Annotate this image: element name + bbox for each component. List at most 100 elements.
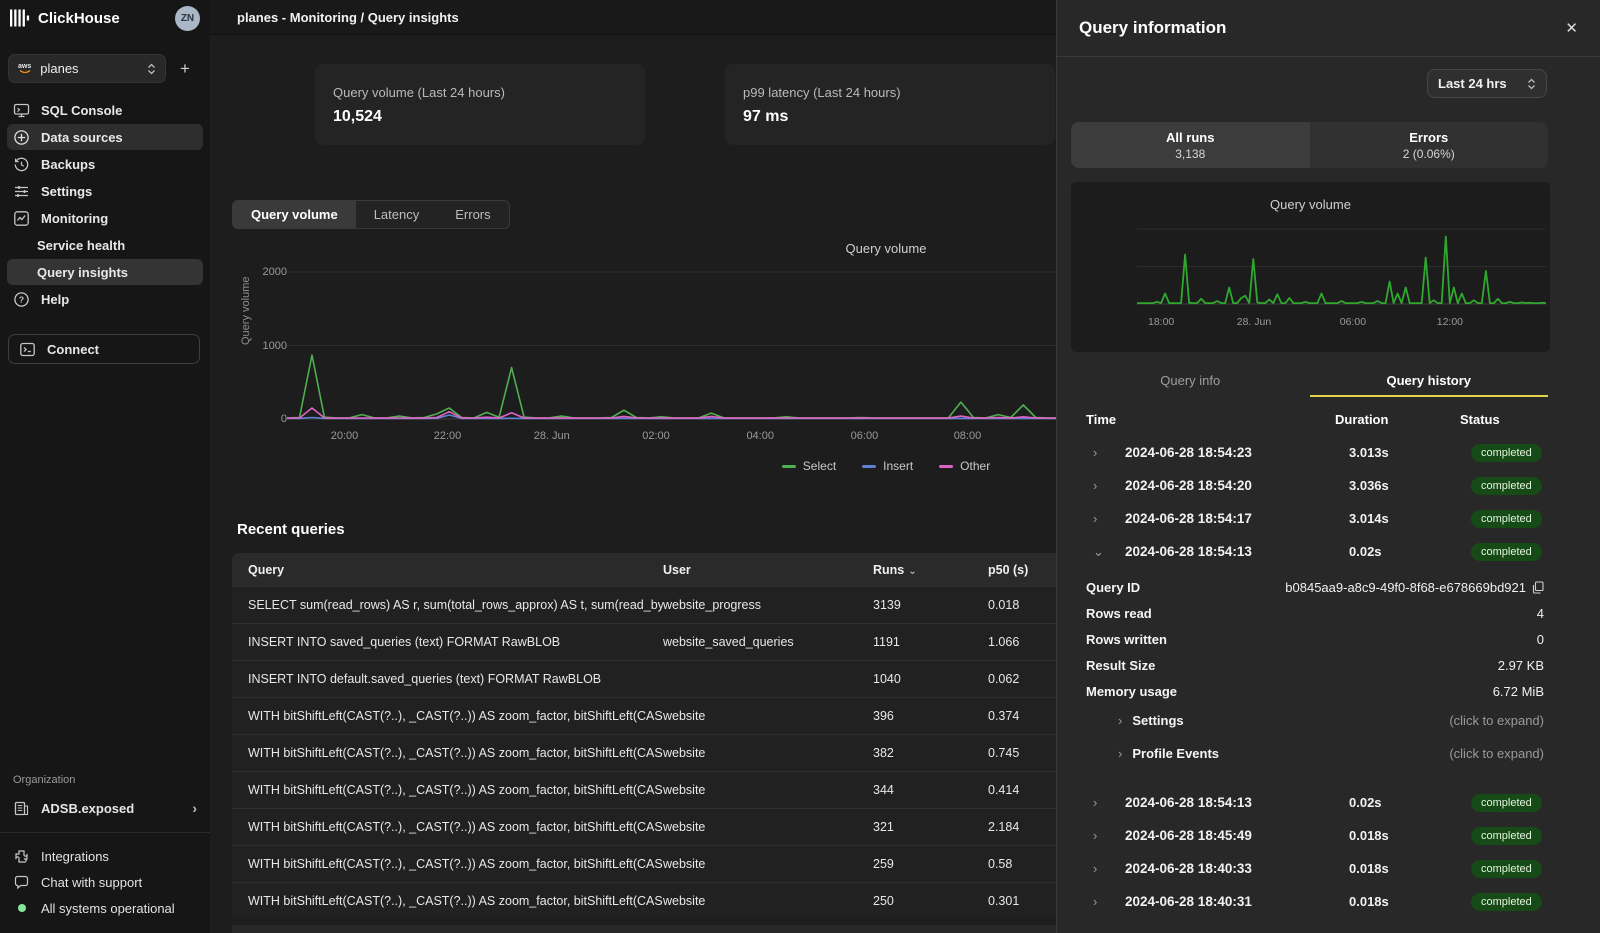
sidebar-item-label: Data sources [41,130,123,145]
connect-icon [19,341,36,358]
sidebar-item-label: Help [41,292,69,307]
stat-card-query-volume: Query volume (Last 24 hours) 10,524 [315,64,645,145]
service-selector[interactable]: aws planes [8,54,166,83]
cell-duration: 3.036s [1349,478,1471,493]
sidebar-footer: Organization ADSB.exposed › Integrations [0,774,210,933]
query-information-panel: Query information ✕ Last 24 hrs All runs… [1056,0,1600,933]
col-query: Query [248,563,663,577]
history-row[interactable]: › 2024-06-28 18:40:31 0.018s completed [1071,885,1548,918]
history-row[interactable]: › 2024-06-28 18:40:33 0.018s completed [1071,852,1548,885]
cell-time: 2024-06-28 18:54:17 [1125,511,1349,526]
cell-duration: 0.02s [1349,544,1471,559]
console-icon [13,102,30,119]
connect-button[interactable]: Connect [8,334,200,364]
cell-query: INSERT INTO saved_queries (text) FORMAT … [248,635,663,649]
profile-events-expand-row[interactable]: ›Profile Events (click to expand) [1071,737,1548,770]
sidebar-item-query-insights[interactable]: Query insights [7,259,203,285]
time-range-select[interactable]: Last 24 hrs [1427,69,1547,98]
cell-query: WITH bitShiftLeft(CAST(?..), _CAST(?..))… [248,709,663,723]
cell-runs: 396 [873,709,988,723]
sidebar-item-help[interactable]: ? Help [7,286,203,312]
rows-read-row: Rows read 4 [1071,600,1548,626]
tab-query-volume[interactable]: Query volume [233,201,356,228]
history-row[interactable]: › 2024-06-28 18:54:17 3.014s completed [1071,502,1548,535]
tab-query-history[interactable]: Query history [1310,366,1549,397]
toggle-value: 3,138 [1175,147,1205,161]
history-row[interactable]: ⌄ 2024-06-28 18:54:13 0.02s completed [1071,535,1548,568]
breadcrumb: planes - Monitoring / Query insights [237,10,459,25]
mini-query-volume-chart[interactable] [1137,228,1546,305]
cell-query: WITH bitShiftLeft(CAST(?..), _CAST(?..))… [248,783,663,797]
tab-query-info[interactable]: Query info [1071,366,1310,397]
system-status-item[interactable]: All systems operational [0,895,210,921]
aws-icon: aws [18,64,31,74]
col-runs[interactable]: Runs⌄ [873,563,988,577]
history-row[interactable]: › 2024-06-28 18:54:13 0.02s completed [1071,786,1548,819]
tab-latency[interactable]: Latency [356,201,438,228]
sidebar-item-backups[interactable]: Backups [7,151,203,177]
toggle-errors[interactable]: Errors 2 (0.06%) [1310,122,1549,168]
expand-chevron-icon[interactable]: › [1093,511,1125,526]
legend-item[interactable]: Other [939,459,990,473]
legend-item[interactable]: Select [782,459,836,473]
copy-icon[interactable] [1532,581,1544,594]
sidebar-item-service-health[interactable]: Service health [7,232,203,258]
status-badge: completed [1471,444,1542,462]
service-name: planes [40,61,147,76]
cell-duration: 0.02s [1349,795,1471,810]
expand-chevron-icon[interactable]: › [1093,445,1125,460]
history-row[interactable]: › 2024-06-28 18:54:23 3.013s completed [1071,436,1548,469]
cell-user: website_progress [663,598,873,612]
close-icon[interactable]: ✕ [1565,19,1578,37]
expand-chevron-icon[interactable]: › [1093,828,1125,843]
data-sources-icon [13,129,30,146]
expand-chevron-icon[interactable]: › [1093,894,1125,909]
mini-chart-title: Query volume [1071,197,1550,212]
user-avatar[interactable]: ZN [175,6,200,31]
organization-heading: Organization [0,774,210,786]
sidebar-item-label: Backups [41,157,95,172]
col-time: Time [1086,412,1335,427]
detail-label: Rows written [1086,632,1167,647]
sidebar-nav: SQL Console Data sources Backups Setting… [0,97,210,312]
settings-expand-row[interactable]: ›Settings (click to expand) [1071,704,1548,737]
history-rows-top: › 2024-06-28 18:54:23 3.013s completed ›… [1071,436,1548,568]
connect-label: Connect [47,342,99,357]
cell-runs: 259 [873,857,988,871]
cell-time: 2024-06-28 18:54:13 [1125,795,1349,810]
legend-item[interactable]: Insert [862,459,913,473]
query-details: Query ID b0845aa9-a8c9-49f0-8f68-e678669… [1071,574,1548,770]
sidebar-item-sql-console[interactable]: SQL Console [7,97,203,123]
toggle-all-runs[interactable]: All runs 3,138 [1071,122,1310,168]
sidebar-item-monitoring[interactable]: Monitoring [7,205,203,231]
expand-chevron-icon[interactable]: ⌄ [1093,544,1125,560]
history-row[interactable]: › 2024-06-28 18:54:20 3.036s completed [1071,469,1548,502]
integrations-item[interactable]: Integrations [0,843,210,869]
panel-title: Query information [1079,18,1565,38]
status-badge: completed [1471,510,1542,528]
cell-time: 2024-06-28 18:45:49 [1125,828,1349,843]
expand-chevron-icon[interactable]: › [1093,861,1125,876]
tab-errors[interactable]: Errors [437,201,508,228]
cell-runs: 382 [873,746,988,760]
mini-chart-xticks: 18:0028. Jun06:0012:00 [1137,316,1546,330]
expand-chevron-icon[interactable]: › [1093,478,1125,493]
sidebar-item-settings[interactable]: Settings [7,178,203,204]
cell-user: website [663,894,873,908]
sort-desc-icon: ⌄ [908,566,916,577]
cell-duration: 0.018s [1349,894,1471,909]
sidebar-item-label: SQL Console [41,103,122,118]
expand-chevron-icon[interactable]: › [1093,795,1125,810]
chat-support-item[interactable]: Chat with support [0,869,210,895]
mini-chart-card: Query volume 18:0028. Jun06:0012:00 [1071,182,1550,352]
query-id-row: Query ID b0845aa9-a8c9-49f0-8f68-e678669… [1071,574,1548,600]
sidebar-item-data-sources[interactable]: Data sources [7,124,203,150]
history-row[interactable]: › 2024-06-28 18:45:49 0.018s completed [1071,819,1548,852]
organization-row[interactable]: ADSB.exposed › [0,794,210,822]
history-header: Time Duration Status [1071,412,1548,427]
organization-name: ADSB.exposed [41,801,134,816]
recent-queries-title: Recent queries [237,521,345,538]
add-service-button[interactable]: + [180,59,190,79]
status-badge: completed [1471,827,1542,845]
detail-label: Result Size [1086,658,1155,673]
